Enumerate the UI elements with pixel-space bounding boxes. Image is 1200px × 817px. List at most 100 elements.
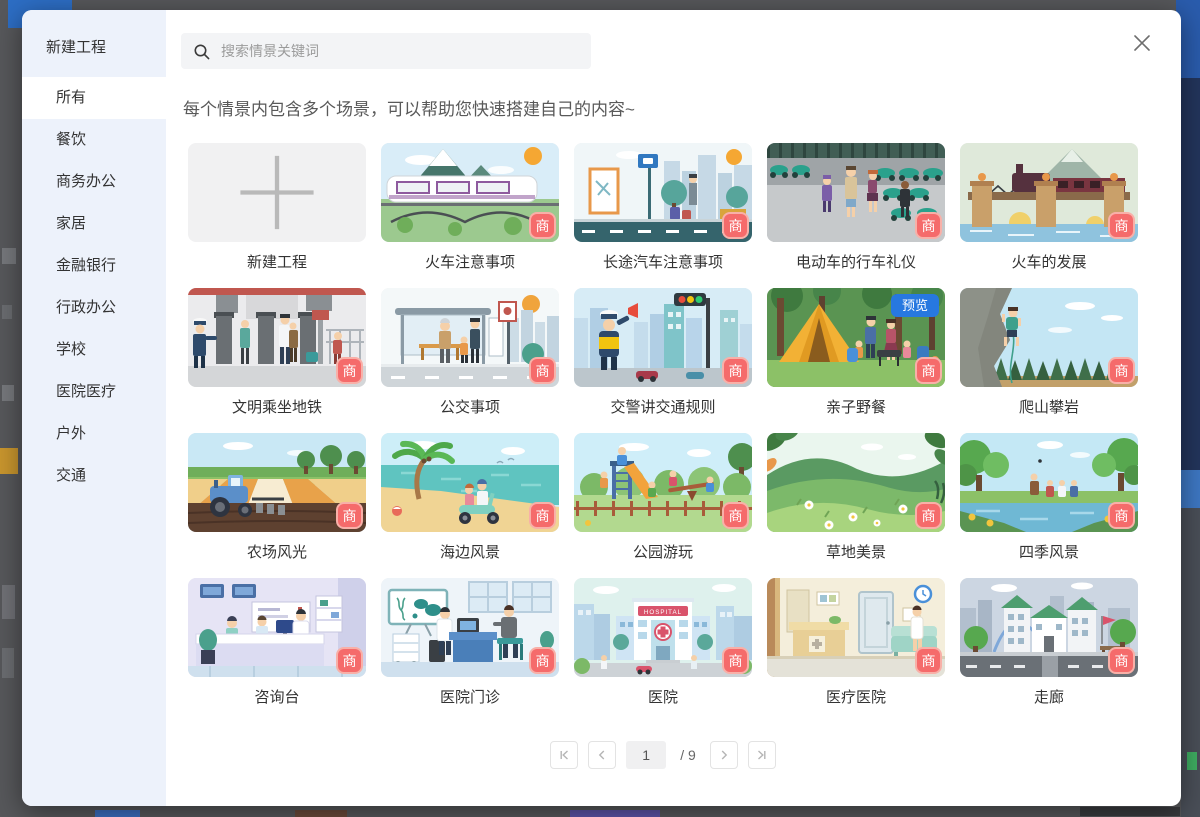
- commercial-badge: 商: [722, 502, 749, 529]
- total-pages-label: / 9: [680, 747, 696, 763]
- card-farm-scenery[interactable]: 商 农场风光: [188, 433, 366, 564]
- sidebar-item-admin-office[interactable]: 行政办公: [22, 287, 166, 329]
- card-e-bike-etiquette[interactable]: 商 电动车的行车礼仪: [767, 143, 945, 274]
- commercial-badge: 商: [529, 357, 556, 384]
- sidebar-item-home[interactable]: 家居: [22, 203, 166, 245]
- search-box[interactable]: [181, 33, 591, 69]
- commercial-badge: 商: [529, 647, 556, 674]
- background-right-panel-highlight: [1181, 470, 1200, 508]
- four-seasons-thumbnail: 商: [960, 433, 1138, 532]
- commercial-badge: 商: [529, 502, 556, 529]
- close-button[interactable]: [1131, 32, 1153, 54]
- train-development-thumbnail: 商: [960, 143, 1138, 242]
- close-icon: [1131, 32, 1153, 54]
- card-title: 火车注意事项: [381, 252, 559, 274]
- commercial-badge: 商: [915, 647, 942, 674]
- prev-page-button[interactable]: [588, 741, 616, 769]
- commercial-badge: 商: [915, 502, 942, 529]
- sidebar-item-transport[interactable]: 交通: [22, 455, 166, 497]
- commercial-badge: 商: [1108, 502, 1135, 529]
- card-title: 农场风光: [188, 542, 366, 564]
- card-seaside-scenery[interactable]: 商 海边风景: [381, 433, 559, 564]
- card-title: 交警讲交通规则: [574, 397, 752, 419]
- background-left-glyph: [2, 385, 14, 401]
- background-right-green-chip: [1187, 752, 1197, 770]
- commercial-badge: 商: [722, 647, 749, 674]
- card-title: 爬山攀岩: [960, 397, 1138, 419]
- search-input[interactable]: [219, 42, 579, 60]
- card-info-desk[interactable]: 商 咨询台: [188, 578, 366, 709]
- info-desk-thumbnail: 商: [188, 578, 366, 677]
- card-medical-hospital[interactable]: 商 医疗医院: [767, 578, 945, 709]
- card-title: 长途汽车注意事项: [574, 252, 752, 274]
- background-left-glyph: [2, 585, 15, 619]
- e-bike-thumbnail: 商: [767, 143, 945, 242]
- sidebar-item-dining[interactable]: 餐饮: [22, 119, 166, 161]
- card-title: 电动车的行车礼仪: [767, 252, 945, 274]
- background-left-glyph: [2, 248, 16, 264]
- card-train-development[interactable]: 商 火车的发展: [960, 143, 1138, 274]
- sidebar-item-school[interactable]: 学校: [22, 329, 166, 371]
- card-title: 文明乘坐地铁: [188, 397, 366, 419]
- first-page-button[interactable]: [550, 741, 578, 769]
- card-train-tips[interactable]: 商 火车注意事项: [381, 143, 559, 274]
- card-rock-climbing[interactable]: 商 爬山攀岩: [960, 288, 1138, 419]
- commercial-badge: 商: [336, 502, 363, 529]
- first-page-icon: [558, 749, 570, 761]
- card-bus-matters[interactable]: 商 公交事项: [381, 288, 559, 419]
- next-page-button[interactable]: [710, 741, 738, 769]
- coach-bus-thumbnail: 商: [574, 143, 752, 242]
- sidebar-item-all[interactable]: 所有: [22, 77, 166, 119]
- background-left-glyph: [2, 648, 14, 678]
- pagination: 1 / 9: [188, 741, 1138, 769]
- card-title: 公园游玩: [574, 542, 752, 564]
- commercial-badge: 商: [1108, 212, 1135, 239]
- seaside-thumbnail: 商: [381, 433, 559, 532]
- card-title: 海边风景: [381, 542, 559, 564]
- card-four-seasons-scenery[interactable]: 商 四季风景: [960, 433, 1138, 564]
- background-bottom-chip-blue: [95, 810, 140, 817]
- park-play-thumbnail: 商: [574, 433, 752, 532]
- preview-badge[interactable]: 预览: [891, 294, 939, 317]
- family-picnic-thumbnail: 预览 商: [767, 288, 945, 387]
- card-new-project[interactable]: 新建工程: [188, 143, 366, 274]
- train-tips-thumbnail: 商: [381, 143, 559, 242]
- card-coach-bus-tips[interactable]: 商 长途汽车注意事项: [574, 143, 752, 274]
- current-page-indicator[interactable]: 1: [626, 741, 666, 769]
- commercial-badge: 商: [529, 212, 556, 239]
- rock-climbing-thumbnail: 商: [960, 288, 1138, 387]
- card-subway-manners[interactable]: 商 文明乘坐地铁: [188, 288, 366, 419]
- card-park-play[interactable]: 商 公园游玩: [574, 433, 752, 564]
- background-right-panel: [1181, 78, 1200, 470]
- last-page-button[interactable]: [748, 741, 776, 769]
- last-page-icon: [756, 749, 768, 761]
- category-list: 所有 餐饮 商务办公 家居 金融银行 行政办公 学校 医院医疗 户外 交通: [22, 77, 166, 497]
- card-title: 火车的发展: [960, 252, 1138, 274]
- sidebar-item-outdoor[interactable]: 户外: [22, 413, 166, 455]
- background-right-panel-lower: [1181, 508, 1200, 817]
- search-icon: [193, 43, 210, 60]
- page-subtitle: 每个情景内包含多个场景，可以帮助您快速搭建自己的内容~: [183, 95, 1181, 119]
- commercial-badge: 商: [722, 212, 749, 239]
- farm-scenery-thumbnail: 商: [188, 433, 366, 532]
- background-left-glyph: [2, 305, 12, 319]
- sidebar-item-finance-bank[interactable]: 金融银行: [22, 245, 166, 287]
- corridor-thumbnail: 商: [960, 578, 1138, 677]
- card-corridor[interactable]: 商 走廊: [960, 578, 1138, 709]
- category-sidebar: 新建工程 所有 餐饮 商务办公 家居 金融银行 行政办公 学校 医院医疗 户外 …: [22, 10, 166, 806]
- commercial-badge: 商: [336, 357, 363, 384]
- scene-picker-content: 每个情景内包含多个场景，可以帮助您快速搭建自己的内容~ 新建工程: [166, 10, 1181, 806]
- card-hospital[interactable]: HOSPITAL 商: [574, 578, 752, 709]
- card-meadow-scenery[interactable]: 商 草地美景: [767, 433, 945, 564]
- scene-picker-modal: 新建工程 所有 餐饮 商务办公 家居 金融银行 行政办公 学校 医院医疗 户外 …: [22, 10, 1181, 806]
- card-title: 医院门诊: [381, 687, 559, 709]
- new-project-thumbnail: [188, 143, 366, 242]
- card-family-picnic[interactable]: 预览 商 亲子野餐: [767, 288, 945, 419]
- card-traffic-police-rules[interactable]: 商 交警讲交通规则: [574, 288, 752, 419]
- sidebar-item-hospital-medical[interactable]: 医院医疗: [22, 371, 166, 413]
- sidebar-item-business-office[interactable]: 商务办公: [22, 161, 166, 203]
- background-bottom-text-smear: [1080, 807, 1180, 816]
- card-title: 新建工程: [188, 252, 366, 274]
- card-hospital-outpatient[interactable]: 商 医院门诊: [381, 578, 559, 709]
- commercial-badge: 商: [1108, 647, 1135, 674]
